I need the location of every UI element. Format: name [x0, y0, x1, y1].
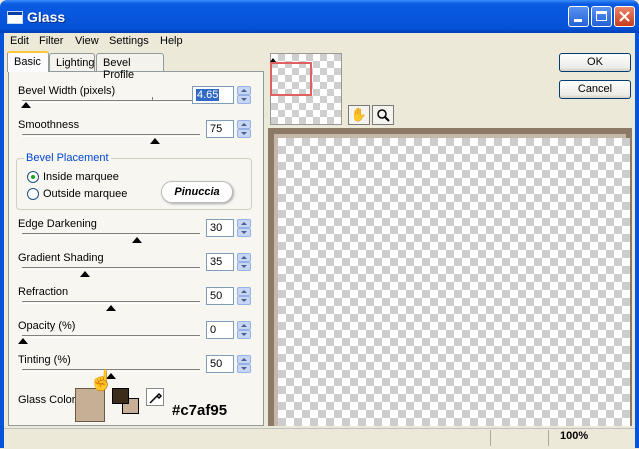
- menu-view[interactable]: View: [75, 35, 99, 47]
- smoothness-slider-track[interactable]: [22, 134, 200, 137]
- refraction-slider-track[interactable]: [22, 301, 200, 304]
- refraction-input[interactable]: 50: [206, 287, 234, 305]
- minimize-button[interactable]: [568, 6, 589, 27]
- tab-basic[interactable]: Basic: [7, 51, 49, 72]
- tinting-input[interactable]: 50: [206, 355, 234, 373]
- edge-darkening-value: 30: [210, 222, 223, 234]
- edge-darkening-input[interactable]: 30: [206, 219, 234, 237]
- smoothness-spinner[interactable]: [237, 120, 251, 138]
- opacity-label: Opacity (%): [18, 320, 76, 332]
- window-frame-right: [635, 33, 639, 448]
- smoothness-value: 75: [210, 123, 223, 135]
- tab-lighting-label: Lighting: [56, 57, 95, 69]
- refraction-spinner[interactable]: [237, 287, 251, 305]
- bevel-placement-title: Bevel Placement: [24, 152, 111, 164]
- smoothness-input[interactable]: 75: [206, 120, 234, 138]
- window-title: Glass: [27, 9, 66, 25]
- tinting-label: Tinting (%): [18, 354, 71, 366]
- title-bar[interactable]: [0, 0, 639, 33]
- close-button[interactable]: [614, 6, 635, 27]
- edge-darkening-slider-track[interactable]: [22, 233, 200, 236]
- edge-darkening-slider-thumb[interactable]: [132, 237, 142, 243]
- navigator-viewport-rect[interactable]: [270, 62, 312, 96]
- edge-darkening-spinner[interactable]: [237, 219, 251, 237]
- bevel-width-value: 4.65: [196, 89, 220, 101]
- slider-tick: [152, 97, 153, 101]
- inside-marquee-label[interactable]: Inside marquee: [43, 171, 119, 183]
- maximize-button[interactable]: [591, 6, 612, 27]
- gradient-shading-input[interactable]: 35: [206, 253, 234, 271]
- bevel-width-slider-track[interactable]: [22, 100, 200, 103]
- refraction-value: 50: [210, 290, 223, 302]
- menu-edit[interactable]: Edit: [10, 35, 29, 47]
- menu-filter[interactable]: Filter: [39, 35, 63, 47]
- foreground-color-swatch[interactable]: [112, 388, 129, 404]
- bevel-width-label: Bevel Width (pixels): [18, 85, 116, 97]
- bevel-width-spinner[interactable]: [237, 86, 251, 104]
- opacity-slider-thumb[interactable]: [18, 338, 28, 344]
- hand-pointer-icon: ☝: [89, 370, 114, 392]
- gradient-shading-slider-track[interactable]: [22, 267, 200, 270]
- glass-color-hex: #c7af95: [172, 402, 228, 419]
- preview-canvas[interactable]: [278, 138, 630, 426]
- minimize-icon: [574, 19, 582, 22]
- outside-marquee-radio[interactable]: [27, 188, 39, 200]
- smoothness-label: Smoothness: [18, 119, 80, 131]
- gradient-shading-slider-thumb[interactable]: [80, 271, 90, 277]
- hand-icon: ✋: [350, 107, 368, 122]
- preview-frame: [268, 128, 632, 426]
- gradient-shading-label: Gradient Shading: [18, 252, 104, 264]
- gradient-shading-spinner[interactable]: [237, 253, 251, 271]
- cancel-button[interactable]: Cancel: [559, 80, 631, 99]
- smoothness-slider-thumb[interactable]: [150, 138, 160, 144]
- glass-color-label: Glass Color: [18, 394, 76, 406]
- window-frame-left: [0, 33, 4, 448]
- refraction-slider-thumb[interactable]: [106, 305, 116, 311]
- eyedropper-button[interactable]: [146, 388, 164, 406]
- tab-lighting[interactable]: Lighting: [49, 53, 95, 71]
- tab-bevel-profile[interactable]: Bevel Profile: [96, 53, 164, 81]
- zoom-tool-button[interactable]: [372, 105, 394, 125]
- menu-settings[interactable]: Settings: [109, 35, 149, 47]
- status-divider: [490, 430, 491, 446]
- opacity-slider-track[interactable]: [22, 335, 200, 338]
- outside-marquee-label[interactable]: Outside marquee: [43, 188, 127, 200]
- refraction-label: Refraction: [18, 286, 69, 298]
- window-icon: [7, 11, 23, 24]
- maximize-icon: [596, 11, 607, 21]
- opacity-spinner[interactable]: [237, 321, 251, 339]
- eyedropper-icon: [149, 392, 163, 404]
- magnifier-icon: [377, 109, 390, 122]
- tinting-value: 50: [210, 358, 223, 370]
- status-bar: [4, 428, 635, 449]
- pan-tool-button[interactable]: ✋: [348, 105, 370, 125]
- opacity-input[interactable]: 0: [206, 321, 234, 339]
- opacity-value: 0: [210, 324, 217, 336]
- status-divider: [548, 430, 549, 446]
- bevel-width-input[interactable]: 4.65: [192, 86, 234, 104]
- glass-color-swatch[interactable]: [75, 388, 105, 422]
- zoom-level: 100%: [560, 430, 589, 442]
- tab-bevel-profile-label: Bevel Profile: [103, 57, 135, 81]
- tab-basic-label: Basic: [14, 56, 41, 68]
- inside-marquee-radio[interactable]: [27, 171, 39, 183]
- scroll-up-arrow-icon[interactable]: [270, 58, 276, 62]
- tinting-spinner[interactable]: [237, 355, 251, 373]
- ok-button[interactable]: OK: [559, 53, 631, 72]
- watermark-logo: Pinuccia: [161, 181, 233, 203]
- close-icon: [619, 11, 630, 22]
- bevel-width-slider-thumb[interactable]: [21, 102, 31, 108]
- gradient-shading-value: 35: [210, 256, 223, 268]
- menu-help[interactable]: Help: [160, 35, 183, 47]
- edge-darkening-label: Edge Darkening: [18, 218, 97, 230]
